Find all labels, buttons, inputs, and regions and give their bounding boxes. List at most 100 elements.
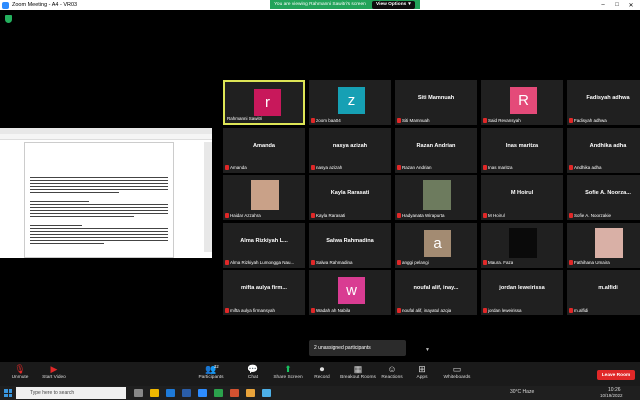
participant-name-caption: Sofie A. Noorzakie [569,212,611,218]
participant-name-caption: m.alfidi [569,307,588,313]
participant-tile[interactable]: Inas maritza Inas maritza [481,127,563,173]
app-icon[interactable] [262,389,271,397]
participant-tile[interactable]: Andhika adha Andhika adha [567,127,640,173]
windows-taskbar: Type here to search 30°C Haze 10:26 10/1… [0,386,640,400]
participant-tile[interactable]: Siti Mamnuah Siti Mamnuah [395,80,477,125]
participant-name-caption: noufal alif, inayatul azqia [397,307,451,313]
record-label: Record [314,375,330,380]
apps-button[interactable]: ⊞ Apps [402,364,442,380]
participant-photo [595,227,623,258]
mic-muted-icon [397,212,401,218]
leave-room-button[interactable]: Leave Room [597,370,635,380]
view-options-button[interactable]: View Options ▾ [372,0,415,9]
participant-tile[interactable]: Alma Rizkiyah L... Alma Rizkiyah Lumongga… [223,222,305,268]
participant-display-name: Razan Andrian [416,142,456,149]
task-view-icon[interactable] [134,389,143,397]
participant-tile[interactable]: Haidar Azzahra [223,175,305,220]
participant-name: Fadisyah adhwa [574,117,607,123]
participant-display-name: Amanda [252,142,276,149]
mic-muted-icon [483,165,487,170]
participant-tile[interactable]: m.alfidi m.alfidi [567,270,640,315]
shared-screen[interactable] [0,128,212,258]
participant-tile[interactable]: nasya azizah nasya azizah [309,127,391,173]
participant-name-caption: Wadah ah Nabila [311,307,350,313]
participant-tile[interactable]: Hadyanata Wirapurta [395,175,477,220]
participant-tile[interactable]: Salwa Rahmadina Salwa Rahmadina [309,222,391,268]
shared-window-ribbon [0,134,212,140]
mic-muted-icon [225,307,229,313]
minimize-button[interactable]: – [596,0,610,10]
participant-tile[interactable]: a anggi pelangi [395,222,477,268]
participant-tile[interactable]: w Wadah ah Nabila [309,270,391,315]
participant-display-name: noufal alif, inay... [413,285,459,291]
maximize-button[interactable]: □ [610,0,624,10]
participant-display-name: Alma Rizkiyah L... [240,237,288,244]
participant-name-caption: Maura. Faza [483,260,513,266]
close-button[interactable]: ✕ [624,0,638,10]
excel-icon[interactable] [214,389,223,397]
participant-tile[interactable]: r Rahmanni Sawitri [223,80,305,125]
participant-name: m.alfidi [574,307,589,313]
screen-share-banner: You are viewing Rahmanni Sawitri's scree… [270,0,420,9]
chat-button[interactable]: 💬 Chat [233,364,273,380]
avatar: w [338,277,365,304]
participant-tile[interactable]: Razan Andrian Razan Andrian [395,127,477,173]
participant-tile[interactable]: Amanda Amanda [223,127,305,173]
mic-muted-icon [483,117,487,123]
chrome-icon[interactable] [246,389,255,397]
meeting-toolbar: 🎙 Unmute ▶ Start Video 👥 32 Participants… [0,362,640,386]
participant-tile[interactable]: Fadisyah adhwa Fadisyah adhwa [567,80,640,125]
participants-button[interactable]: 👥 32 Participants [191,364,231,380]
whiteboard-icon: ▭ [452,364,462,374]
edge-browser-icon[interactable] [166,389,175,397]
powerpoint-icon[interactable] [230,389,239,397]
apps-icon: ⊞ [418,364,426,374]
share-banner-message: You are viewing Rahmanni Sawitri's scree… [274,2,366,7]
whiteboards-button[interactable]: ▭ Whiteboards [437,364,477,380]
participant-tile[interactable]: Fathihana Umaira [567,222,640,268]
participant-tile[interactable]: R Said Revansyah [481,80,563,125]
mic-muted-icon [569,307,573,313]
chevron-down-icon[interactable]: ▼ [425,347,432,353]
taskbar-search-box[interactable]: Type here to search [16,387,126,399]
mic-muted-icon [311,307,315,313]
participant-tile[interactable]: noufal alif, inay... noufal alif, inayatu… [395,270,477,315]
participant-tile[interactable]: Kayla Rarasati Kayla Rarasati [309,175,391,220]
participant-name-caption: Andhika adha [569,165,602,171]
participant-name: noufal alif, inayatul azqia [402,307,452,313]
weather-text[interactable]: 30°C Haze [510,389,534,395]
unassigned-participants-popup[interactable]: 2 unassigned participants [309,340,406,356]
windows-start-icon[interactable] [4,389,12,397]
mic-muted-icon [483,260,487,265]
file-explorer-icon[interactable] [150,389,159,397]
shared-window-sidebar [204,142,212,252]
start-video-button[interactable]: ▶ Start Video [34,364,74,380]
participant-name-caption: Alma Rizkiyah Lumongga Nau... [225,260,294,266]
participant-name-caption: Fathihana Umaira [569,260,610,266]
participant-display-name: M Hoirul [510,190,534,196]
word-icon[interactable] [182,389,191,397]
participant-display-name: Siti Mamnuah [417,95,455,101]
clock-date[interactable]: 10/19/2022 [600,393,623,398]
participant-name: Wadah ah Nabila [316,307,351,313]
participant-photo [423,180,451,210]
window-title: Zoom Meeting - A4 - VR03 [12,2,78,8]
participant-tile[interactable]: z zoom baa04 [309,80,391,125]
participant-tile[interactable]: mifta aulya firm... mifta aulya firmansya… [223,270,305,315]
mic-muted-icon [569,165,573,170]
mic-muted-icon [225,260,229,265]
participants-label: Participants [198,375,224,380]
participant-name: jordan leweirissa [488,307,522,313]
participant-tile[interactable]: Sofie A. Noorza... Sofie A. Noorzakie [567,175,640,220]
zoom-taskbar-icon[interactable] [198,389,207,397]
security-shield-icon[interactable] [5,15,12,23]
start-video-label: Start Video [42,375,66,380]
participant-tile[interactable]: Maura. Faza [481,222,563,268]
participant-photo [251,180,279,210]
record-button[interactable]: ⏺ Record [302,364,342,380]
participant-name: Hadyanata Wirapurta [402,212,445,218]
participant-name: Kayla Rarasati [316,212,346,218]
participant-tile[interactable]: jordan leweirissa jordan leweirissa [481,270,563,315]
participant-tile[interactable]: M Hoirul M Hoirul [481,175,563,220]
participant-name: mifta aulya firmansyah [230,307,276,313]
